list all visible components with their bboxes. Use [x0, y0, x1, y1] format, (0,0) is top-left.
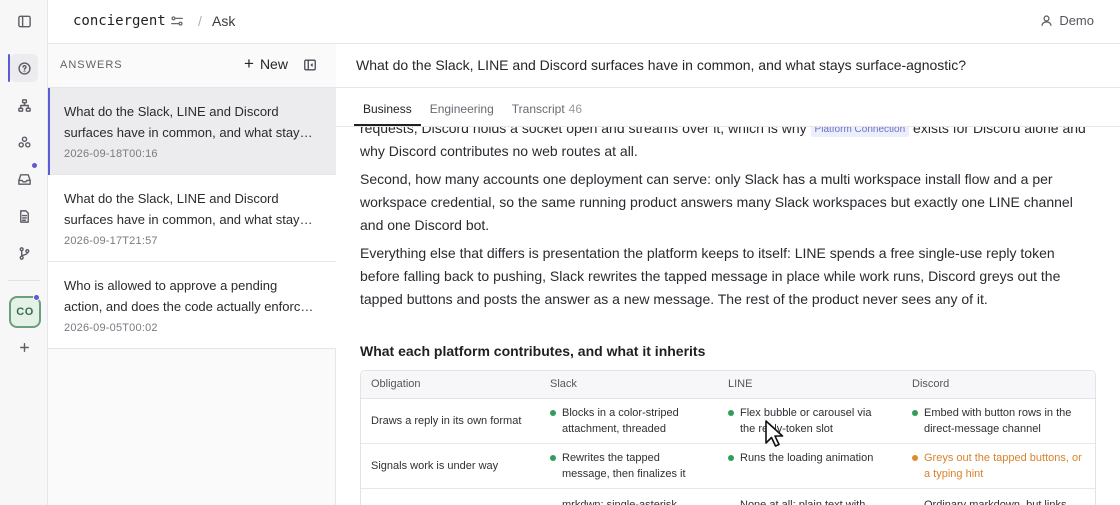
answer-content: requests, Discord holds a socket open an… — [336, 127, 1120, 505]
column-header: LINE — [728, 378, 753, 390]
table-row: Draws a reply in its own format Blocks i… — [361, 399, 1095, 444]
user-name: Demo — [1059, 13, 1094, 28]
answer-paragraph: Everything else that differs is presenta… — [360, 245, 1061, 307]
section-heading: What each platform contributes, and what… — [360, 343, 706, 359]
answer-view: What do the Slack, LINE and Discord surf… — [336, 44, 1120, 505]
list-item-timestamp: 2026-09-18T00:16 — [64, 148, 158, 160]
tab-label: Business — [363, 102, 412, 116]
icon-rail: CO — [0, 0, 48, 505]
user-menu[interactable]: Demo — [1040, 13, 1094, 28]
answers-panel: ANSWERS + New What do the Slack, LINE an… — [48, 44, 336, 505]
plus-icon: + — [244, 54, 254, 73]
line-cell: Flex bubble or carousel via the reply-to… — [728, 405, 888, 437]
breadcrumb: Ask — [212, 13, 236, 29]
list-item[interactable]: What do the Slack, LINE and Discord surf… — [48, 88, 336, 175]
plus-icon[interactable] — [10, 333, 38, 361]
tab-label: Transcript — [511, 102, 565, 116]
chat-icon[interactable] — [10, 54, 38, 82]
sidebar-toggle-icon[interactable] — [10, 7, 38, 35]
tab-transcript[interactable]: Transcript 46 — [503, 102, 591, 126]
answers-title: ANSWERS — [60, 59, 123, 71]
paragraph-text: requests, Discord holds a socket open an… — [360, 127, 807, 136]
page-title: What do the Slack, LINE and Discord surf… — [356, 57, 967, 73]
discord-cell: Greys out the tapped buttons, or a typin… — [912, 450, 1087, 482]
app-name[interactable]: conciergent — [73, 13, 166, 29]
workspace-notification-dot — [33, 294, 40, 301]
list-item-timestamp: 2026-09-05T00:02 — [64, 322, 158, 334]
divider — [336, 87, 1120, 88]
line-cell: None at all; plain text with — [740, 499, 866, 505]
mouse-pointer-icon — [765, 420, 784, 447]
code-tag[interactable]: Platform Connection — [810, 127, 910, 137]
slack-cell: Blocks in a color-striped attachment, th… — [550, 405, 700, 437]
slack-cell: Rewrites the tapped message, then finali… — [550, 450, 700, 482]
obligation-cell: Draws a reply in its own format — [371, 415, 522, 427]
breadcrumb-separator: / — [198, 13, 202, 29]
answers-header: ANSWERS + New — [48, 44, 336, 88]
answer-paragraph: requests, Discord holds a socket open an… — [360, 127, 1096, 163]
new-label: New — [259, 56, 288, 72]
list-item[interactable]: Who is allowed to approve a pending acti… — [48, 262, 336, 349]
tab-business[interactable]: Business — [354, 102, 421, 126]
switch-workspace-icon[interactable] — [170, 14, 184, 28]
tab-count: 46 — [568, 102, 583, 116]
slack-cell: mrkdwn: single-asterisk — [562, 499, 677, 505]
column-header: Discord — [912, 378, 950, 390]
table-row: Signals work is under way Rewrites the t… — [361, 444, 1095, 489]
rail-divider — [8, 280, 40, 281]
network-icon[interactable] — [10, 91, 38, 119]
obligation-cell: Signals work is under way — [371, 460, 499, 472]
top-bar: conciergent / Ask Demo — [48, 0, 1120, 44]
new-answer-button[interactable]: + New — [244, 54, 288, 73]
discord-cell: Ordinary markdown, but links — [924, 499, 1067, 505]
discord-cell: Embed with button rows in the direct-mes… — [912, 405, 1087, 437]
list-item-timestamp: 2026-09-17T21:57 — [64, 235, 158, 247]
tab-label: Engineering — [429, 102, 494, 116]
branch-icon[interactable] — [10, 239, 38, 267]
table-header: Obligation Slack LINE Discord — [361, 371, 1095, 399]
tab-bar: Business Engineering Transcript 46 — [354, 102, 591, 126]
list-item-question: What do the Slack, LINE and Discord surf… — [64, 104, 307, 140]
comparison-table: Obligation Slack LINE Discord Draws a re… — [360, 370, 1096, 505]
document-icon[interactable] — [10, 202, 38, 230]
list-item-question: What do the Slack, LINE and Discord surf… — [64, 191, 307, 227]
modules-icon[interactable] — [10, 128, 38, 156]
list-item[interactable]: What do the Slack, LINE and Discord surf… — [48, 175, 336, 262]
tab-engineering[interactable]: Engineering — [421, 102, 503, 126]
list-item-question: Who is allowed to approve a pending acti… — [64, 278, 308, 314]
inbox-icon[interactable] — [10, 165, 38, 193]
answer-paragraph: Second, how many accounts one deployment… — [360, 171, 1073, 233]
column-header: Obligation — [371, 378, 421, 390]
line-cell: Runs the loading animation — [728, 450, 888, 466]
user-icon — [1041, 15, 1052, 26]
column-header: Slack — [550, 378, 577, 390]
notification-dot — [31, 162, 38, 169]
collapse-panel-icon[interactable] — [303, 58, 317, 72]
table-row: mrkdwn: single-asterisk None at all; pla… — [361, 489, 1095, 505]
